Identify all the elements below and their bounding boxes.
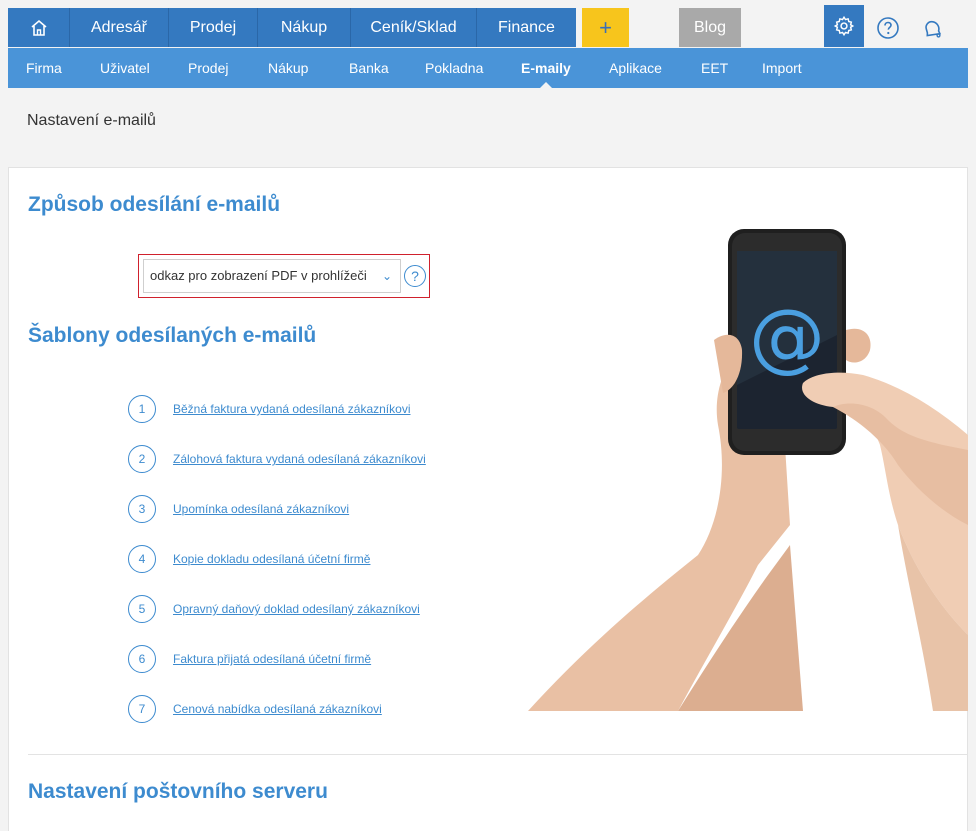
list-item: 3 Upomínka odesílaná zákazníkovi <box>128 495 349 523</box>
template-link[interactable]: Zálohová faktura vydaná odesílaná zákazn… <box>173 452 426 466</box>
sub-navigation: Firma Uživatel Prodej Nákup Banka Poklad… <box>8 48 968 88</box>
mail-server-heading: Nastavení poštovního serveru <box>28 780 328 803</box>
nav-nakup[interactable]: Nákup <box>258 8 351 47</box>
step-number: 6 <box>128 645 156 673</box>
list-item: 7 Cenová nabídka odesílaná zákazníkovi <box>128 695 382 723</box>
subnav-prodej[interactable]: Prodej <box>188 48 228 88</box>
step-number: 3 <box>128 495 156 523</box>
subnav-banka[interactable]: Banka <box>349 48 389 88</box>
template-link[interactable]: Upomínka odesílaná zákazníkovi <box>173 502 349 516</box>
subnav-uzivatel[interactable]: Uživatel <box>100 48 150 88</box>
nav-finance[interactable]: Finance <box>477 8 576 47</box>
template-link[interactable]: Běžná faktura vydaná odesílaná zákazníko… <box>173 402 410 416</box>
blog-button[interactable]: Blog <box>679 8 741 47</box>
subnav-firma[interactable]: Firma <box>26 48 62 88</box>
list-item: 1 Běžná faktura vydaná odesílaná zákazní… <box>128 395 410 423</box>
list-item: 6 Faktura přijatá odesílaná účetní firmě <box>128 645 371 673</box>
bell-icon <box>925 20 942 38</box>
home-button[interactable] <box>8 8 70 47</box>
help-button[interactable] <box>873 13 903 43</box>
notifications-button[interactable] <box>917 13 947 43</box>
step-number: 4 <box>128 545 156 573</box>
sending-method-select[interactable]: odkaz pro zobrazení PDF v prohlížeči ⌄ <box>143 259 401 293</box>
list-item: 4 Kopie dokladu odesílaná účetní firmě <box>128 545 370 573</box>
help-icon <box>877 17 899 39</box>
nav-adresar[interactable]: Adresář <box>70 8 169 47</box>
sending-method-heading: Způsob odesílání e-mailů <box>28 193 281 216</box>
page-title: Nastavení e-mailů <box>27 112 156 129</box>
list-item: 5 Opravný daňový doklad odesílaný zákazn… <box>128 595 420 623</box>
settings-button[interactable] <box>824 5 864 47</box>
active-tab-indicator <box>539 82 553 89</box>
subnav-import[interactable]: Import <box>762 48 802 88</box>
chevron-down-icon: ⌄ <box>381 269 392 283</box>
list-item: 2 Zálohová faktura vydaná odesílaná záka… <box>128 445 426 473</box>
template-link[interactable]: Cenová nabídka odesílaná zákazníkovi <box>173 702 382 716</box>
subnav-pokladna[interactable]: Pokladna <box>425 48 483 88</box>
subnav-nakup[interactable]: Nákup <box>268 48 308 88</box>
subnav-aplikace[interactable]: Aplikace <box>609 48 662 88</box>
main-navigation: Adresář Prodej Nákup Ceník/Sklad Finance <box>8 8 576 47</box>
section-divider <box>28 754 968 755</box>
template-link[interactable]: Opravný daňový doklad odesílaný zákazník… <box>173 602 420 616</box>
sending-method-highlight: odkaz pro zobrazení PDF v prohlížeči ⌄ <box>138 254 430 298</box>
step-number: 2 <box>128 445 156 473</box>
templates-heading: Šablony odesílaných e-mailů <box>28 324 317 347</box>
nav-prodej[interactable]: Prodej <box>169 8 258 47</box>
step-number: 1 <box>128 395 156 423</box>
step-number: 5 <box>128 595 156 623</box>
phone-illustration: @ <box>528 229 968 711</box>
template-link[interactable]: Kopie dokladu odesílaná účetní firmě <box>173 552 370 566</box>
subnav-eet[interactable]: EET <box>701 48 728 88</box>
at-symbol: @ <box>749 292 825 381</box>
sending-method-help-icon[interactable]: ? <box>404 265 426 287</box>
nav-cenik-sklad[interactable]: Ceník/Sklad <box>351 8 477 47</box>
step-number: 7 <box>128 695 156 723</box>
template-link[interactable]: Faktura přijatá odesílaná účetní firmě <box>173 652 371 666</box>
sending-method-value: odkaz pro zobrazení PDF v prohlížeči <box>150 268 367 283</box>
gear-icon <box>833 15 855 37</box>
home-icon <box>30 19 47 36</box>
add-button[interactable]: + <box>582 8 629 47</box>
